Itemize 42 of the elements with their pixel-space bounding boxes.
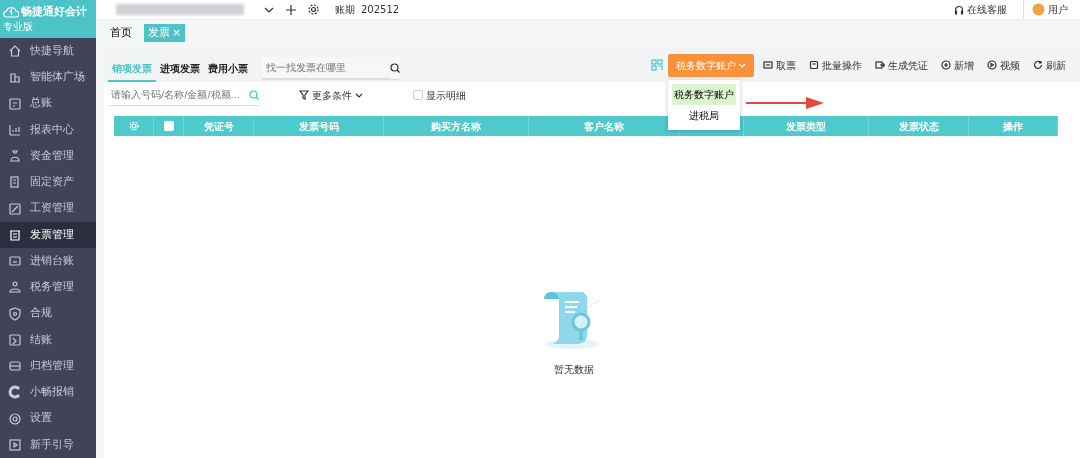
- detail-checkbox[interactable]: 显示明细: [413, 87, 466, 103]
- sidebar-item[interactable]: 新手引导: [0, 431, 96, 458]
- sidebar-item[interactable]: 快捷导航: [0, 38, 96, 65]
- column-header: 操作: [969, 116, 1058, 136]
- sidebar-item[interactable]: 固定资产: [0, 169, 96, 196]
- toolbar-button[interactable]: 新增: [937, 55, 978, 75]
- column-header: 购买方名称: [384, 116, 529, 136]
- sidebar-item[interactable]: 智能体广场: [0, 64, 96, 91]
- toolbar-button[interactable]: 批量操作: [805, 55, 866, 75]
- sidebar-item[interactable]: 小畅报销: [0, 379, 96, 406]
- support-link[interactable]: 在线客服: [950, 0, 1011, 19]
- period-value: 202512: [361, 3, 400, 17]
- column-header: 发票状态: [869, 116, 969, 136]
- sidebar-item[interactable]: 发票管理: [0, 221, 96, 248]
- search-field[interactable]: 找一找发票在哪里: [262, 56, 400, 80]
- sidebar-item[interactable]: 结账: [0, 326, 96, 353]
- column-header: 发票类型: [744, 116, 869, 136]
- menu-item[interactable]: 税务数字账户: [671, 83, 736, 105]
- column-header: 凭证号: [184, 116, 254, 136]
- page-tab[interactable]: 首页: [106, 23, 136, 43]
- logo-text: 畅捷通好会计: [21, 3, 87, 19]
- invoice-tab[interactable]: 费用小票: [204, 55, 252, 82]
- sidebar-item[interactable]: 设置: [0, 405, 96, 432]
- column-header: 发票号码: [254, 116, 384, 136]
- sidebar-item[interactable]: 税务管理: [0, 274, 96, 301]
- toolbar-button[interactable]: 取票: [759, 55, 800, 75]
- toolbar-button[interactable]: 视频: [983, 55, 1024, 75]
- sidebar-item[interactable]: 合规: [0, 300, 96, 327]
- toolbar-button[interactable]: 刷新: [1029, 55, 1070, 75]
- period-label: 账期: [335, 3, 355, 17]
- sidebar-item[interactable]: 报表中心: [0, 116, 96, 143]
- sidebar-item[interactable]: 资金管理: [0, 143, 96, 170]
- sidebar-item[interactable]: 总账: [0, 90, 96, 117]
- user-menu[interactable]: 用户: [1023, 0, 1072, 19]
- sidebar-item[interactable]: 工资管理: [0, 195, 96, 222]
- sidebar-item[interactable]: 归档管理: [0, 353, 96, 380]
- sidebar-item[interactable]: 进销台账: [0, 248, 96, 275]
- toolbar-button[interactable]: 生成凭证: [871, 55, 932, 75]
- edition-label: 专业版: [2, 20, 34, 35]
- more-filters-button[interactable]: 更多条件: [295, 85, 367, 105]
- empty-state-text: 暂无数据: [554, 363, 594, 377]
- invoice-tab[interactable]: 进项发票: [156, 55, 204, 82]
